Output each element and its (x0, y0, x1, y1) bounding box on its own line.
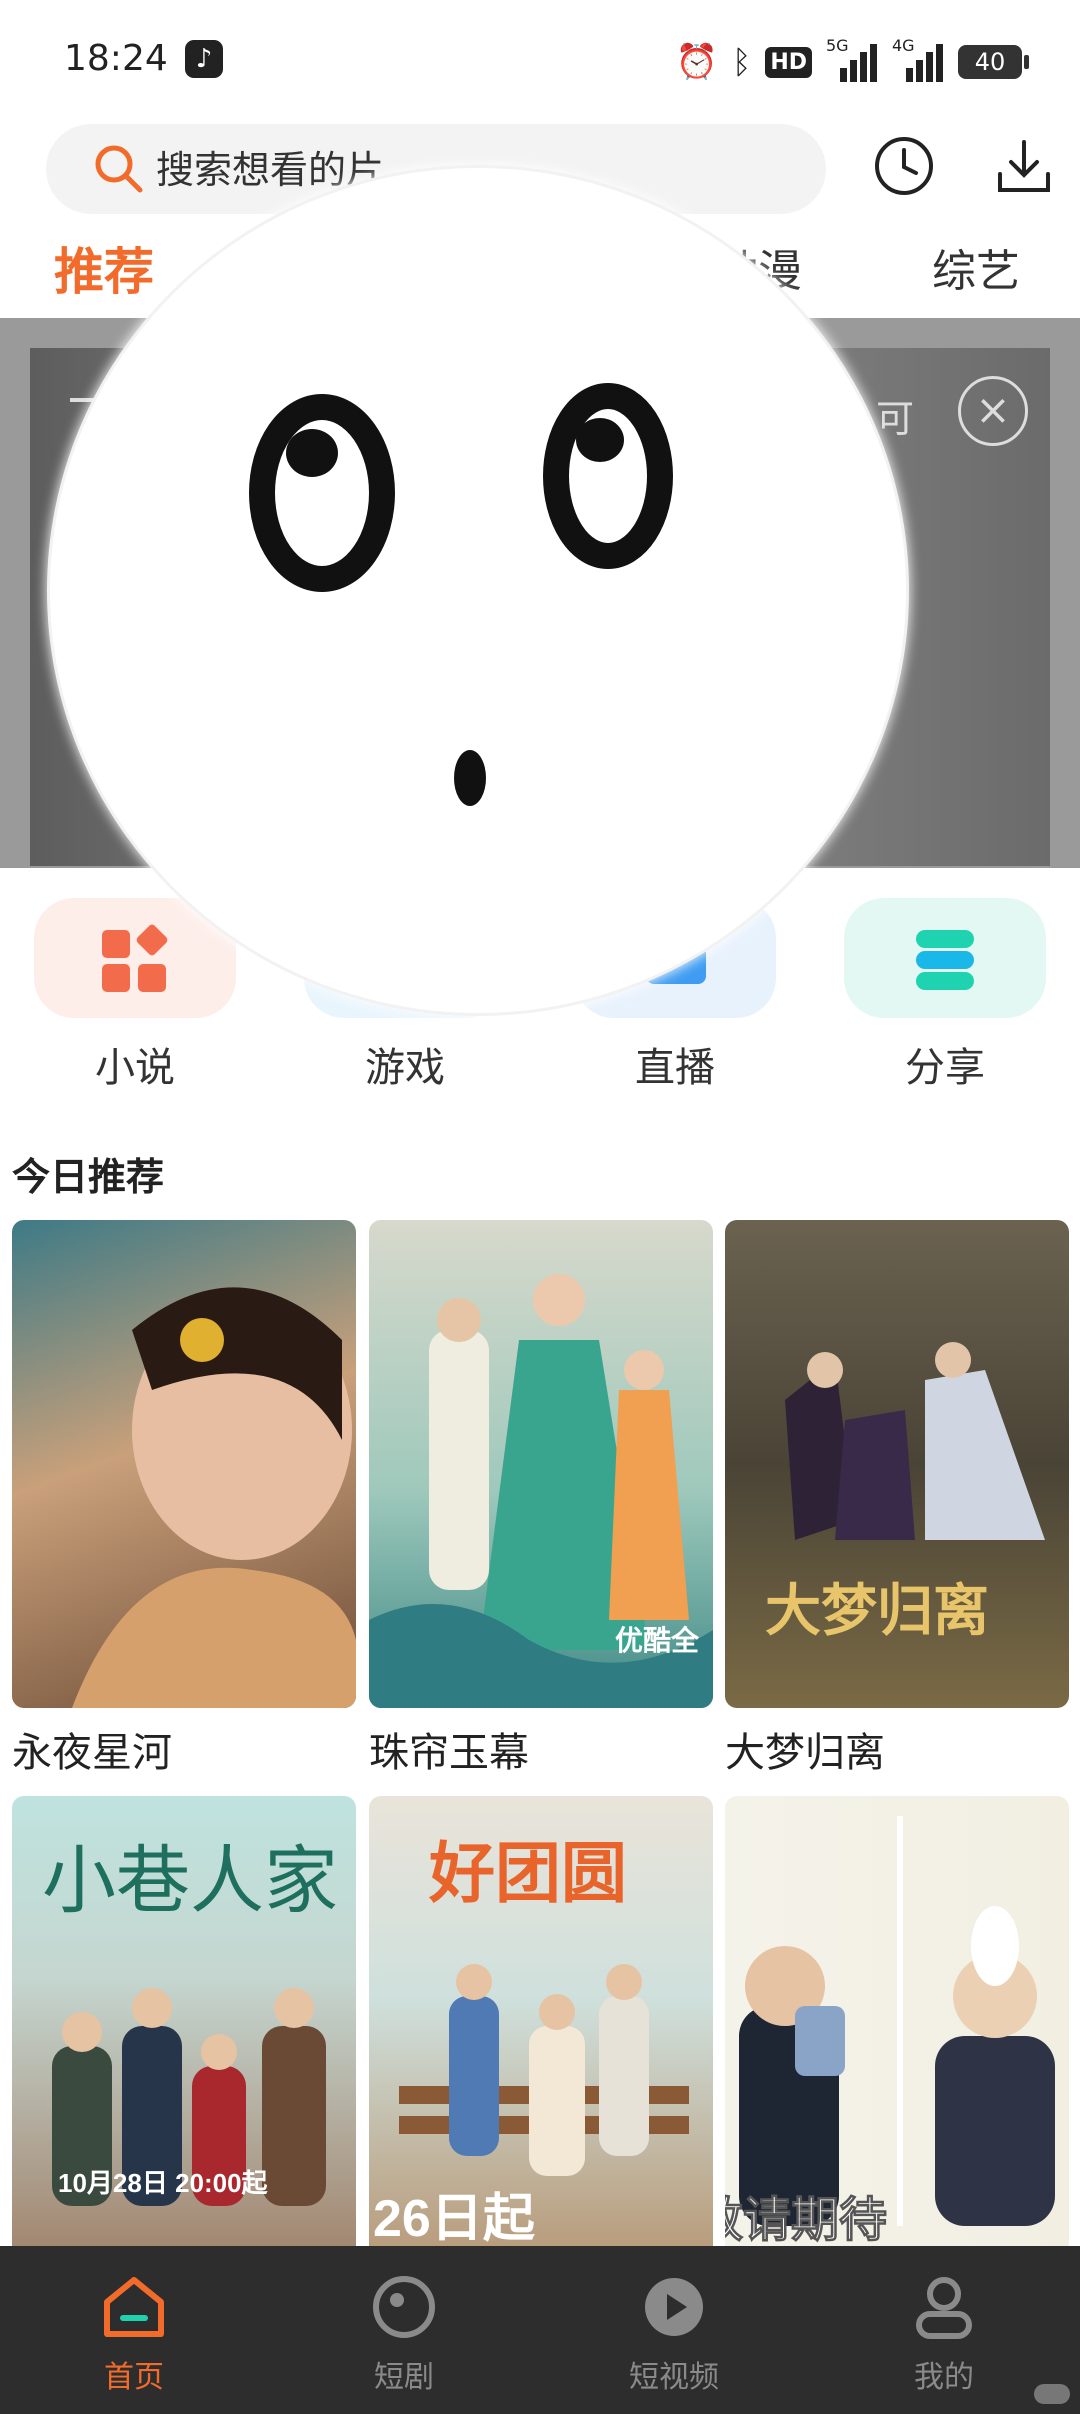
nav-profile[interactable]: 我的 (864, 2272, 1024, 2396)
svg-text:26日起: 26日起 (373, 2190, 536, 2246)
status-time: 18:24 (64, 38, 168, 79)
corner-watermark (1034, 2384, 1070, 2404)
quick-entry-share-label: 分享 (905, 1045, 985, 1091)
quick-entry-live-label: 直播 (635, 1045, 715, 1091)
nav-short-video[interactable]: 短视频 (594, 2272, 754, 2396)
poster-card[interactable]: 小巷人家 10月28日 20:00起 (12, 1796, 356, 2246)
signal-4g-icon: 4G (892, 36, 944, 82)
drama-poster-image: 优酷全 (369, 1274, 713, 1708)
battery-indicator: 40 (958, 45, 1029, 79)
poster-card[interactable]: 优酷全 (369, 1220, 713, 1708)
nav-label: 我的 (914, 2360, 974, 2395)
alarm-icon: ⏰ (675, 42, 719, 82)
nav-short-drama[interactable]: 短剧 (324, 2272, 484, 2396)
nav-home[interactable]: 首页 (54, 2272, 214, 2396)
poster-title[interactable]: 珠帘玉幕 (369, 1720, 529, 1778)
svg-text:小巷人家: 小巷人家 (42, 1841, 338, 1923)
nav-label: 首页 (104, 2360, 164, 2395)
tiktok-notification-icon: ♪ (185, 40, 223, 78)
poster-card[interactable]: 敬请期待 (725, 1796, 1069, 2246)
drama-poster-image (72, 1287, 356, 1708)
hd-voice-badge: HD (765, 46, 812, 78)
poster-card[interactable]: 大梦归离 (725, 1220, 1069, 1708)
svg-text:好团圆: 好团圆 (428, 1838, 627, 1911)
poster-title[interactable]: 永夜星河 (12, 1720, 172, 1778)
share-icon (916, 930, 974, 990)
poster-title[interactable]: 大梦归离 (725, 1720, 885, 1778)
status-icons: ⏰ ᛒ HD 5G 4G 40 (675, 36, 1029, 86)
drama-poster-image: 小巷人家 10月28日 20:00起 (42, 1841, 338, 2206)
svg-text:10月28日 20:00起: 10月28日 20:00起 (58, 2168, 269, 2198)
nav-label: 短剧 (374, 2360, 434, 2395)
signal-5g-icon: 5G (826, 36, 878, 82)
drama-poster-image: 好团圆 26日起 (373, 1838, 689, 2246)
drama-poster-image: 敬请期待 (725, 1816, 1055, 2246)
svg-text:敬请期待: 敬请期待 (725, 2194, 887, 2246)
quick-entry-novel-label: 小说 (95, 1045, 175, 1091)
bluetooth-icon: ᛒ (732, 43, 752, 81)
tab-variety[interactable]: 综艺 (932, 240, 1020, 304)
quick-entry-games-label: 游戏 (365, 1045, 445, 1091)
face-sticker-overlay (50, 168, 906, 1013)
surprised-face-icon (249, 383, 673, 806)
poster-card[interactable] (12, 1220, 356, 1708)
short-drama-icon (373, 2276, 435, 2338)
banner-close-button[interactable]: × (958, 376, 1028, 446)
profile-icon (916, 2277, 972, 2339)
nav-label: 短视频 (629, 2360, 719, 2395)
section-title: 今日推荐 (12, 1155, 165, 1199)
download-icon[interactable] (994, 134, 1054, 198)
drama-poster-image: 大梦归离 (765, 1342, 1045, 1643)
svg-text:优酷全: 优酷全 (615, 1624, 700, 1656)
short-video-icon (645, 2278, 703, 2336)
svg-text:大梦归离: 大梦归离 (765, 1581, 989, 1643)
poster-card[interactable]: 好团圆 26日起 (369, 1796, 713, 2246)
home-icon (104, 2277, 164, 2337)
